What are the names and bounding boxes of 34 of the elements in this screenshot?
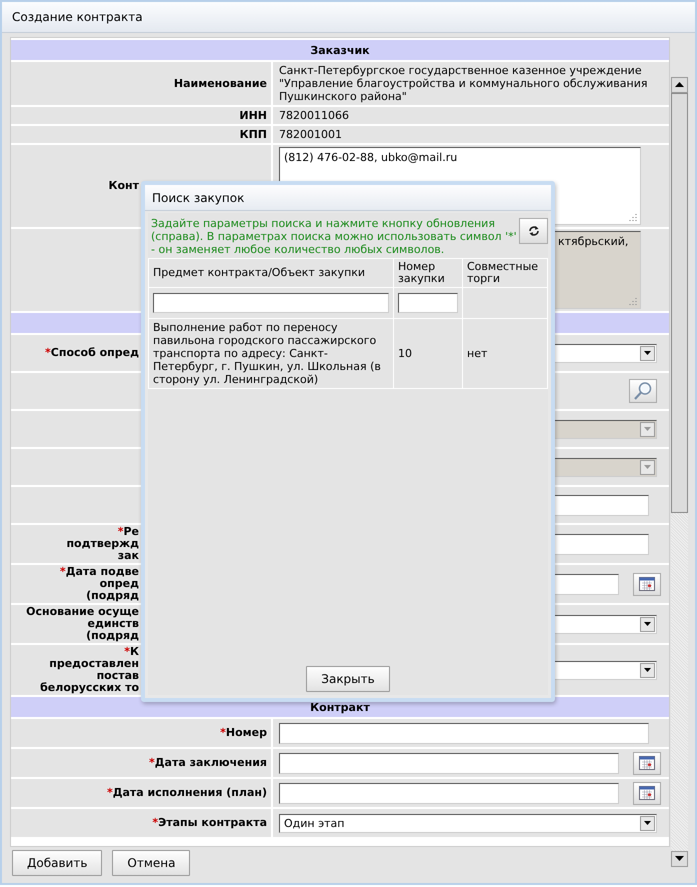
table-cell: 10 (394, 318, 462, 388)
window-title: Создание контракта (12, 10, 143, 24)
section-header: Заказчик (11, 40, 669, 60)
field-label: Наименование (174, 76, 267, 90)
required-mark: * (45, 346, 51, 359)
table-cell: нет (462, 318, 548, 388)
required-mark: * (60, 565, 66, 578)
field-value: 782001001 (279, 128, 342, 141)
table-cell: Выполнение работ по переносу павильона городского пассажирского транспорта по адресу: Санкт-Петербург, г. Пушкин, ул. Школьная (в сторону ул. Ленинградской) (148, 318, 394, 388)
field-label: *Дата подве опред (подряд (60, 565, 139, 602)
column-header: Номер закупки (394, 258, 462, 288)
search-hint: Задайте параметры поиска и нажмите кнопку обновления (справа). В параметрах поиска можно использовать символ '*' - он заменяет любое количество любых символов. (150, 216, 518, 256)
field-label: КПП (240, 128, 267, 140)
required-mark: * (106, 786, 113, 799)
field-label: Основание осуще единств (подряд (26, 605, 139, 642)
required-mark: * (152, 816, 158, 829)
field-label: *Номер (220, 726, 267, 739)
field-value: Санкт-Петербургское государственное казенное учреждение "Управление благоустройства и коммунального обслуживания Пушкинского района" (279, 64, 648, 103)
field-label: *Ре подтвержд зак (66, 525, 139, 562)
field-label: Конт (108, 179, 139, 192)
required-mark: * (118, 525, 124, 538)
field-label: *Этапы контракта (152, 816, 267, 829)
field-label: ИНН (239, 108, 267, 122)
required-mark: * (148, 756, 155, 769)
column-header: Предмет контракта/Объект закупки (148, 258, 394, 288)
required-mark: * (220, 726, 226, 739)
field-label: *К предоставлен постав белорусских то (40, 645, 139, 694)
field-label: *Дата исполнения (план) (106, 786, 267, 799)
field-value: 7820011066 (279, 109, 349, 122)
column-header: Совместные торги (462, 258, 548, 288)
field-label: *Способ опред (45, 346, 139, 359)
field-label: *Дата заключения (148, 756, 267, 769)
dialog-title: Поиск закупок (152, 190, 244, 204)
required-mark: * (124, 645, 130, 658)
